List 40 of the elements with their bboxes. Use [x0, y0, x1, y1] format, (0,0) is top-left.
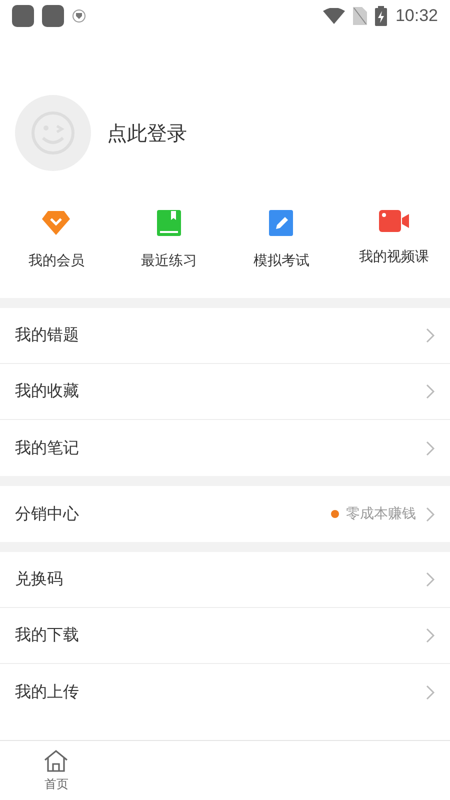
tab-item[interactable]: 首页: [0, 741, 112, 800]
shortcut-label[interactable]: 最近练习: [140, 252, 197, 270]
menu-label: 我的收藏: [15, 381, 80, 402]
chevron-right-icon: [426, 328, 435, 343]
menu-row[interactable]: 我的错题: [0, 308, 450, 364]
shortcut-label[interactable]: 我的会员: [28, 252, 84, 270]
menu-label: 我的上传: [15, 682, 80, 702]
menu-label: 分销中心: [15, 504, 80, 524]
shield-icon: [72, 9, 86, 23]
menu-row[interactable]: 兑换码: [0, 552, 450, 608]
menu-label: 我的下载: [15, 625, 80, 646]
app-notification-icon: [42, 5, 64, 27]
menu-label: 兑换码: [15, 569, 64, 590]
menu-row[interactable]: 我的上传: [0, 664, 450, 720]
chevron-right-icon: [426, 572, 435, 587]
chevron-right-icon: [426, 506, 435, 522]
shortcut-label[interactable]: 模拟考试: [253, 252, 310, 270]
pencil-icon: [269, 210, 294, 236]
login-link[interactable]: 点此登录: [107, 120, 187, 146]
chevron-right-icon: [426, 628, 435, 643]
video-camera-icon: [378, 210, 409, 232]
app-notification-icon: [12, 5, 34, 27]
menu-hint: 零成本赚钱: [346, 505, 416, 523]
menu-row[interactable]: 我的下载: [0, 608, 450, 664]
shortcut-label[interactable]: 我的视频课: [358, 248, 429, 266]
chevron-right-icon: [426, 384, 435, 399]
menu-row[interactable]: 我的收藏: [0, 364, 450, 420]
book-icon: [156, 210, 181, 236]
menu-label: 我的错题: [15, 325, 80, 346]
menu-label: 我的笔记: [15, 438, 80, 458]
chevron-right-icon: [426, 440, 435, 456]
no-sim-icon: [353, 7, 368, 25]
menu-row[interactable]: 分销中心 零成本赚钱: [0, 486, 450, 542]
wifi-icon: [323, 8, 346, 24]
battery-charging-icon: [375, 6, 388, 26]
home-icon: [43, 748, 70, 772]
diamond-icon: [41, 210, 72, 236]
menu-row[interactable]: 我的笔记: [0, 420, 450, 476]
chevron-right-icon: [426, 684, 435, 700]
status-time: 10:32: [395, 6, 438, 26]
